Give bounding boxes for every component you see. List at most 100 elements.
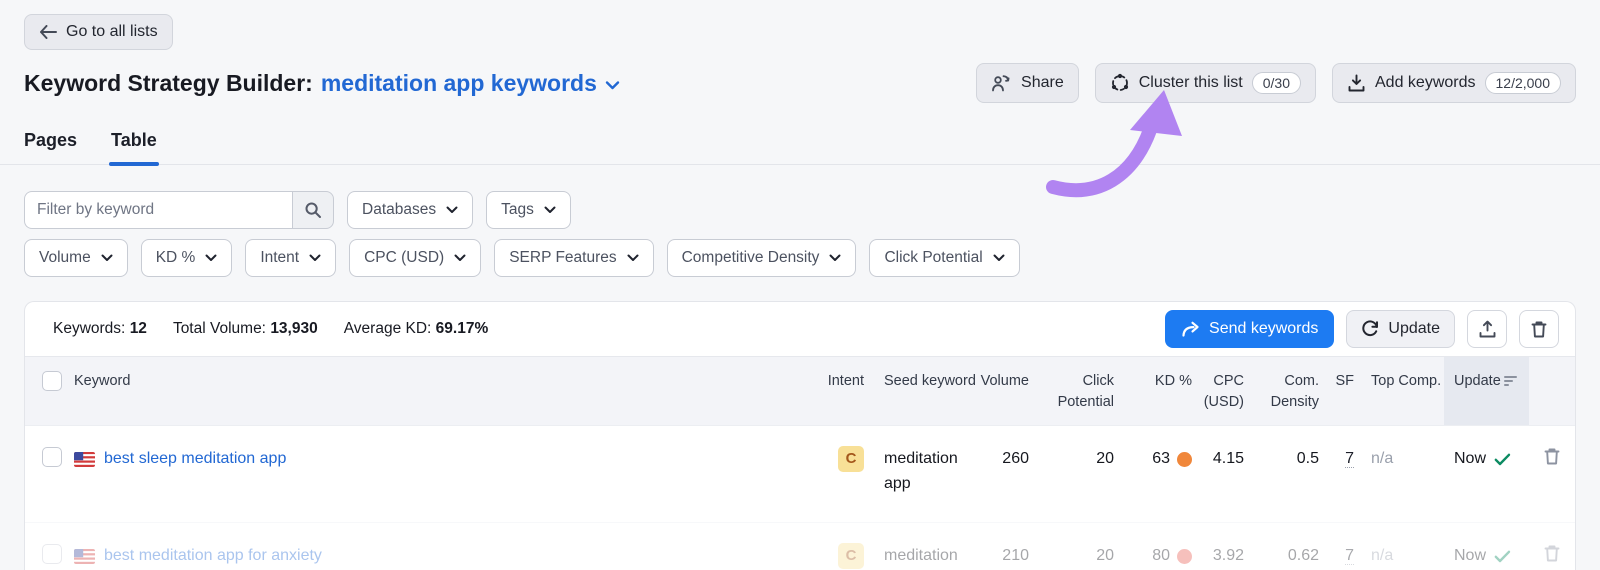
intent-badge[interactable]: C bbox=[838, 445, 864, 472]
chevron-down-icon[interactable] bbox=[605, 80, 620, 90]
kd-value: 63 bbox=[1152, 450, 1170, 468]
column-intent[interactable]: Intent bbox=[809, 357, 864, 425]
header-actions: Share Cluster this list 0/30 Add keyword… bbox=[976, 63, 1576, 103]
column-com-density[interactable]: Com. Density bbox=[1244, 357, 1319, 425]
intent-badge[interactable]: C bbox=[838, 542, 864, 569]
us-flag-icon bbox=[74, 451, 95, 467]
search-button[interactable] bbox=[292, 191, 334, 229]
cluster-this-list-button[interactable]: Cluster this list 0/30 bbox=[1094, 63, 1316, 103]
keywords-count: Keywords: 12 bbox=[53, 320, 147, 337]
back-button-label: Go to all lists bbox=[66, 23, 158, 40]
select-all-checkbox[interactable] bbox=[42, 371, 62, 391]
column-cpc[interactable]: CPC (USD) bbox=[1192, 357, 1244, 425]
update-button[interactable]: Update bbox=[1346, 310, 1455, 348]
keyword-link[interactable]: best sleep meditation app bbox=[74, 447, 286, 472]
seed-keyword-cell: meditation app bbox=[884, 450, 958, 492]
keyword-filter-input[interactable] bbox=[24, 191, 292, 229]
topbar: Go to all lists Keyword Strategy Builder… bbox=[0, 0, 1600, 103]
arrow-left-icon bbox=[40, 25, 57, 39]
sf-value[interactable]: 7 bbox=[1345, 547, 1354, 566]
trash-icon[interactable] bbox=[1543, 447, 1561, 466]
intent-cell: C bbox=[809, 426, 864, 522]
table-row: best meditation app for anxiety C medita… bbox=[25, 522, 1575, 570]
cpc-label: CPC (USD) bbox=[364, 249, 445, 266]
title-prefix: Keyword Strategy Builder: bbox=[24, 69, 313, 96]
tab-table[interactable]: Table bbox=[109, 130, 159, 166]
trash-icon[interactable] bbox=[1543, 544, 1561, 563]
magnifier-icon bbox=[305, 202, 321, 218]
column-top-comp[interactable]: Top Comp. bbox=[1354, 357, 1444, 425]
check-icon bbox=[1494, 550, 1511, 563]
update-label: Update bbox=[1388, 320, 1440, 337]
column-click-potential[interactable]: Click Potential bbox=[1029, 357, 1114, 425]
competitive-density-dropdown[interactable]: Competitive Density bbox=[666, 239, 857, 277]
serp-features-dropdown[interactable]: SERP Features bbox=[494, 239, 654, 277]
table-row: best sleep meditation app C meditation a… bbox=[25, 425, 1575, 523]
column-keyword[interactable]: Keyword bbox=[71, 357, 809, 425]
row-delete-cell bbox=[1529, 426, 1575, 522]
volume-cell: 210 bbox=[1002, 547, 1029, 565]
updated-value: Now bbox=[1454, 450, 1487, 468]
row-checkbox[interactable] bbox=[42, 447, 62, 468]
tags-dropdown[interactable]: Tags bbox=[486, 191, 571, 229]
volume-dropdown[interactable]: Volume bbox=[24, 239, 128, 277]
keyword-text: best sleep meditation app bbox=[104, 450, 287, 468]
cluster-label: Cluster this list bbox=[1138, 74, 1243, 91]
updated-column-label: Update bbox=[1454, 373, 1501, 389]
chevron-down-icon bbox=[101, 254, 113, 261]
column-kd[interactable]: KD % bbox=[1114, 357, 1192, 425]
keyword-link[interactable]: best meditation app for anxiety bbox=[74, 544, 322, 569]
chevron-down-icon bbox=[454, 254, 466, 261]
keyword-cell: best meditation app for anxiety bbox=[71, 523, 809, 570]
kd-dropdown[interactable]: KD % bbox=[140, 239, 233, 277]
click-potential-dropdown[interactable]: Click Potential bbox=[869, 239, 1020, 277]
top-comp-cell: n/a bbox=[1371, 547, 1394, 565]
list-name[interactable]: meditation app keywords bbox=[321, 70, 597, 97]
column-seed-keyword[interactable]: Seed keyword bbox=[864, 357, 979, 425]
refresh-icon bbox=[1362, 320, 1379, 336]
column-updated[interactable]: Update bbox=[1444, 357, 1529, 426]
row-delete-cell bbox=[1529, 523, 1575, 570]
column-sf[interactable]: SF bbox=[1319, 357, 1354, 425]
add-keywords-count-badge: 12/2,000 bbox=[1484, 72, 1561, 94]
page-title: Keyword Strategy Builder: meditation app… bbox=[24, 70, 620, 97]
click-potential-label: Click Potential bbox=[884, 249, 983, 266]
summary-stats: Keywords: 12 Total Volume: 13,930 Averag… bbox=[53, 320, 488, 338]
sf-value[interactable]: 7 bbox=[1345, 450, 1354, 469]
column-volume[interactable]: Volume bbox=[979, 357, 1029, 425]
cpc-dropdown[interactable]: CPC (USD) bbox=[349, 239, 482, 277]
kd-value: 80 bbox=[1152, 547, 1170, 565]
trash-icon bbox=[1531, 321, 1547, 337]
filters-section: Databases Tags Volume KD % Intent CPC (U… bbox=[0, 165, 1600, 277]
seed-keyword-cell: meditation app bbox=[884, 547, 958, 565]
keyword-text: best meditation app for anxiety bbox=[104, 547, 322, 565]
title-row: Keyword Strategy Builder: meditation app… bbox=[24, 63, 1576, 103]
row-checkbox[interactable] bbox=[42, 544, 62, 565]
intent-dropdown[interactable]: Intent bbox=[245, 239, 337, 277]
export-button[interactable] bbox=[1467, 310, 1507, 348]
tab-pages[interactable]: Pages bbox=[24, 130, 77, 164]
volume-label: Volume bbox=[39, 249, 91, 266]
column-actions bbox=[1529, 357, 1575, 425]
share-button[interactable]: Share bbox=[976, 63, 1079, 103]
cluster-dots-icon bbox=[1111, 73, 1128, 91]
go-to-all-lists-button[interactable]: Go to all lists bbox=[24, 14, 173, 50]
intent-label: Intent bbox=[260, 249, 300, 266]
chevron-down-icon bbox=[205, 254, 217, 261]
updated-cell: Now bbox=[1444, 523, 1529, 570]
chevron-down-icon bbox=[544, 206, 556, 213]
chevron-down-icon bbox=[627, 254, 639, 261]
click-potential-cell: 20 bbox=[1096, 450, 1114, 468]
add-keywords-button[interactable]: Add keywords 12/2,000 bbox=[1332, 63, 1576, 103]
com-density-cell: 0.5 bbox=[1296, 450, 1319, 468]
sf-cell: 7 bbox=[1319, 426, 1354, 522]
updated-value: Now bbox=[1454, 547, 1487, 565]
select-all-cell bbox=[25, 357, 71, 425]
chevron-down-icon bbox=[993, 254, 1005, 261]
delete-list-button[interactable] bbox=[1519, 310, 1559, 348]
export-up-icon bbox=[1479, 320, 1495, 338]
send-keywords-button[interactable]: Send keywords bbox=[1165, 310, 1335, 348]
click-potential-cell: 20 bbox=[1096, 547, 1114, 565]
databases-dropdown[interactable]: Databases bbox=[347, 191, 474, 229]
top-comp-cell: n/a bbox=[1371, 450, 1394, 468]
